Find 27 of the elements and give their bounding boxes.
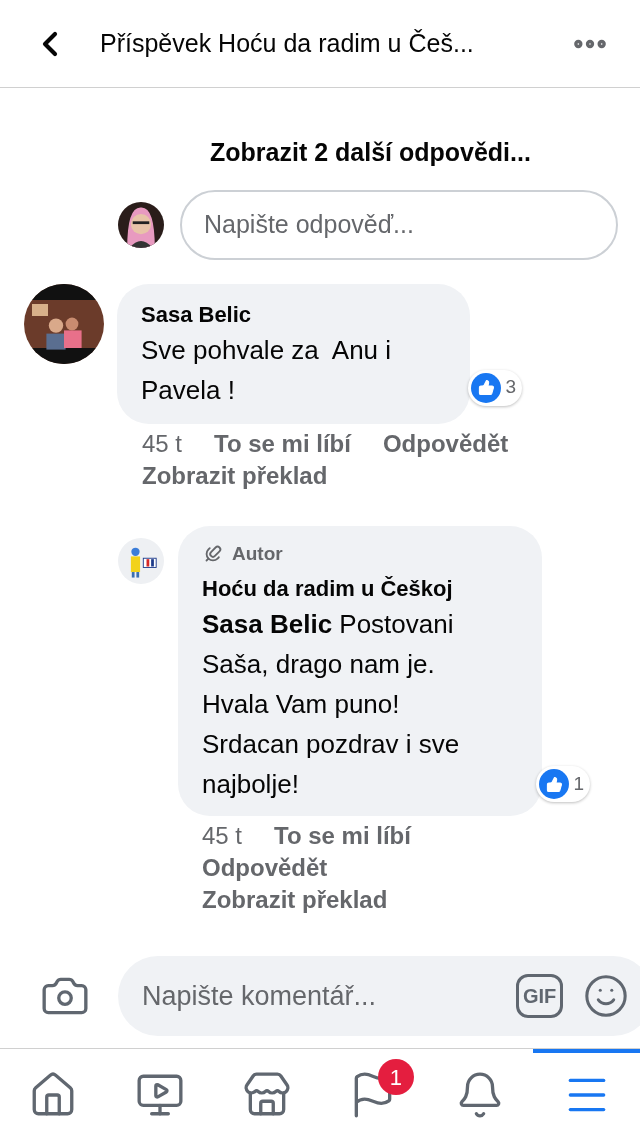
comment-action[interactable]: Zobrazit překlad <box>142 459 328 492</box>
comment-author: Sasa Belic <box>141 300 253 329</box>
comment-time: 45 t <box>202 821 243 851</box>
comment-action[interactable]: Odpovědět <box>202 852 328 884</box>
more-replies-link[interactable]: Zobrazit 2 další odpovědi... <box>0 134 640 172</box>
comment-action[interactable]: To se mi líbí <box>274 820 411 852</box>
comment-text: Sve pohvale za Anu i Pavela ! <box>141 333 393 407</box>
like-icon <box>471 372 502 403</box>
comment-action[interactable]: To se mi líbí <box>214 427 351 460</box>
comment-action[interactable]: Odpovědět <box>382 427 509 460</box>
comment-action[interactable]: Zobrazit překlad <box>202 884 388 916</box>
reaction-count: 1 <box>573 771 584 796</box>
reaction-badge[interactable]: 1 <box>536 766 590 802</box>
author-label: Autor <box>232 541 283 566</box>
reaction-count: 3 <box>505 375 516 400</box>
reply-field[interactable]: Napište odpověď... <box>180 189 618 260</box>
nav-tab[interactable]: 1 <box>320 1049 427 1136</box>
comment-field[interactable]: Napište komentář... GIF <box>118 956 640 1036</box>
notification-badge: 1 <box>378 1059 414 1095</box>
reaction-badge[interactable]: 3 <box>468 369 522 406</box>
like-icon <box>539 769 570 799</box>
comment-text: Sasa Belic Postovani Saša, drago nam je. Hvala Vam puno! Srdacan pozdrav i sve najbolje! <box>202 608 461 801</box>
emoji-icon[interactable] <box>583 973 630 1019</box>
window-title: Příspěvek Hoću da radim u Češ... <box>100 27 475 59</box>
gif-button[interactable]: GIF <box>516 974 564 1018</box>
comment-author: Hoću da radim u Češkoj <box>202 575 454 603</box>
comment-time: 45 t <box>142 428 183 459</box>
